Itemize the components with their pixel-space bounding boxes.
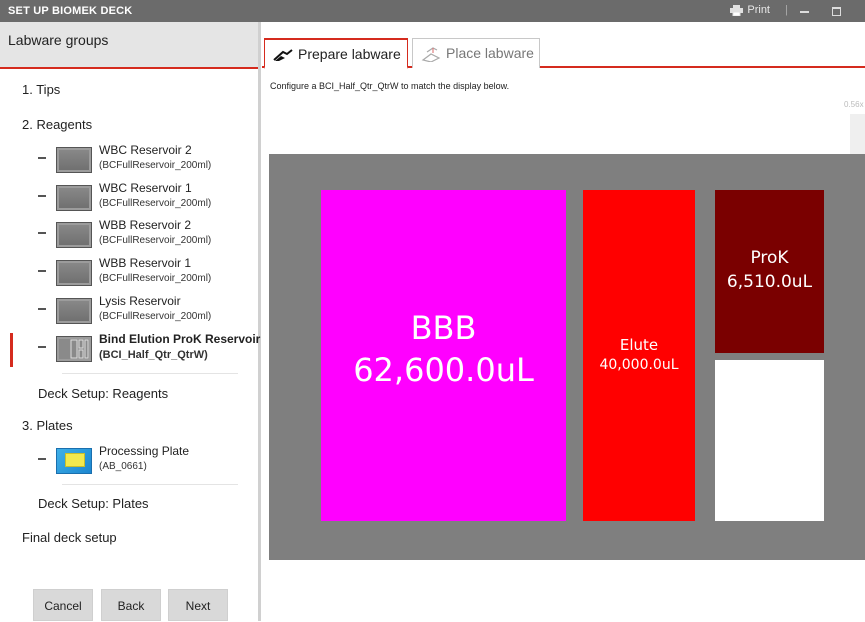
tree-dash: [38, 346, 46, 348]
maximize-button[interactable]: [829, 0, 845, 22]
tree-dash: [38, 157, 46, 159]
reagent-type: (BCI_Half_Qtr_QtrW): [99, 349, 208, 361]
well-elute: Elute 40,000.0uL: [583, 190, 695, 521]
well-volume: 62,600.0uL: [353, 351, 534, 389]
divider: [62, 484, 238, 485]
active-item-indicator: [10, 333, 13, 367]
reagent-name: WBB Reservoir 2: [99, 218, 192, 232]
panel-splitter[interactable]: [258, 22, 261, 621]
tab-label: Prepare labware: [298, 46, 401, 62]
reagent-item[interactable]: Lysis Reservoir (BCFullReservoir_200ml): [38, 294, 258, 328]
tree-dash: [38, 195, 46, 197]
tree-dash: [38, 308, 46, 310]
print-button[interactable]: Print: [730, 4, 770, 17]
hand-pipette-icon: [273, 49, 293, 62]
back-button[interactable]: Back: [101, 589, 161, 621]
section-plates[interactable]: 3. Plates: [22, 418, 73, 433]
final-deck-setup-link[interactable]: Final deck setup: [22, 530, 117, 545]
zoom-level: 0.56x: [844, 100, 864, 109]
reagent-name: Bind Elution ProK Reservoir: [99, 332, 261, 346]
reagent-name: WBC Reservoir 2: [99, 143, 192, 157]
reagent-name: WBC Reservoir 1: [99, 181, 192, 195]
reagent-type: (BCFullReservoir_200ml): [99, 311, 212, 322]
well-prok: ProK 6,510.0uL: [715, 190, 824, 353]
reagent-name: WBB Reservoir 1: [99, 256, 192, 270]
labware-groups-header: Labware groups: [0, 22, 258, 69]
instruction-text: Configure a BCI_Half_Qtr_QtrW to match t…: [270, 81, 510, 91]
reagent-item[interactable]: WBB Reservoir 1 (BCFullReservoir_200ml): [38, 256, 258, 290]
tree-dash: [38, 270, 46, 272]
well-volume: 6,510.0uL: [726, 272, 813, 292]
divider: [62, 373, 238, 374]
reservoir-icon: [56, 147, 92, 173]
reagent-type: (BCFullReservoir_200ml): [99, 273, 212, 284]
plate-item[interactable]: Processing Plate (AB_0661): [38, 444, 258, 478]
cancel-button[interactable]: Cancel: [33, 589, 93, 621]
plate-type: (AB_0661): [99, 461, 147, 472]
printer-icon: [730, 4, 744, 17]
labware-groups-title: Labware groups: [8, 32, 109, 48]
section-reagents[interactable]: 2. Reagents: [22, 117, 92, 132]
reagent-item[interactable]: WBB Reservoir 2 (BCFullReservoir_200ml): [38, 218, 258, 252]
tab-prepare-labware[interactable]: Prepare labware: [264, 38, 408, 69]
section-tips[interactable]: 1. Tips: [22, 82, 60, 97]
reagent-item-active[interactable]: Bind Elution ProK Reservoir (BCI_Half_Qt…: [38, 332, 261, 366]
deck-setup-reagents-link[interactable]: Deck Setup: Reagents: [38, 386, 168, 401]
reagent-type: (BCFullReservoir_200ml): [99, 160, 212, 171]
reagent-type: (BCFullReservoir_200ml): [99, 198, 212, 209]
next-button[interactable]: Next: [168, 589, 228, 621]
well-name: ProK: [750, 248, 789, 268]
reagent-name: Lysis Reservoir: [99, 294, 181, 308]
labware-display: BBB 62,600.0uL Elute 40,000.0uL ProK 6,5…: [269, 154, 865, 560]
reservoir-icon: [56, 222, 92, 248]
reagent-item[interactable]: WBC Reservoir 1 (BCFullReservoir_200ml): [38, 181, 258, 215]
well-name: BBB: [410, 309, 477, 347]
tab-label: Place labware: [446, 45, 534, 61]
multi-well-reservoir-icon: [56, 336, 92, 362]
tree-dash: [38, 458, 46, 460]
title-bar: SET UP BIOMEK DECK Print |: [0, 0, 865, 22]
minimize-button[interactable]: [797, 0, 813, 22]
title-separator: |: [785, 4, 788, 16]
tab-strip: Prepare labware Place labware: [262, 34, 865, 69]
well-volume: 40,000.0uL: [599, 357, 679, 373]
reagent-type: (BCFullReservoir_200ml): [99, 235, 212, 246]
reagent-item[interactable]: WBC Reservoir 2 (BCFullReservoir_200ml): [38, 143, 258, 177]
reservoir-icon: [56, 260, 92, 286]
window-title: SET UP BIOMEK DECK: [8, 5, 133, 17]
reservoir-icon: [56, 298, 92, 324]
well-bbb: BBB 62,600.0uL: [321, 190, 566, 521]
tab-place-labware[interactable]: Place labware: [412, 38, 540, 68]
tree-dash: [38, 232, 46, 234]
plate-icon: [56, 448, 92, 474]
print-label: Print: [747, 4, 770, 16]
well-name: Elute: [619, 336, 659, 354]
reservoir-icon: [56, 185, 92, 211]
deck-setup-plates-link[interactable]: Deck Setup: Plates: [38, 496, 149, 511]
well-empty: [715, 360, 824, 521]
plate-name: Processing Plate: [99, 444, 190, 458]
place-labware-icon: [421, 47, 441, 63]
